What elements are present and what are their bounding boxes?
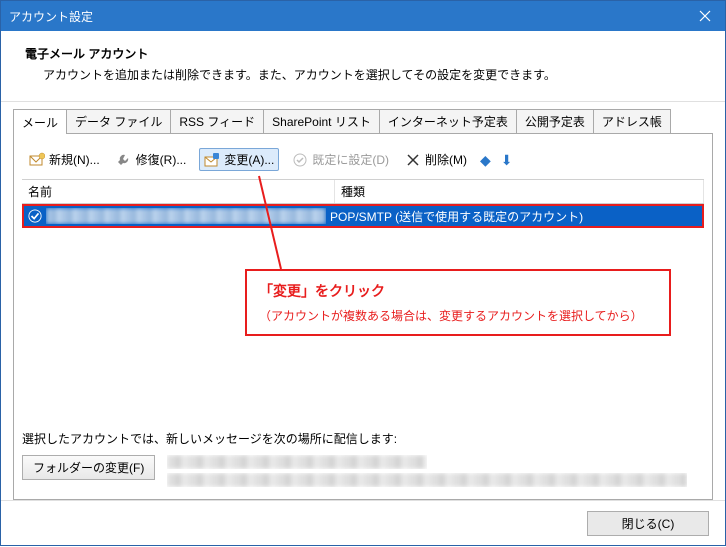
tab-address-book[interactable]: アドレス帳 bbox=[593, 109, 671, 133]
tab-data-file[interactable]: データ ファイル bbox=[66, 109, 171, 133]
tab-sharepoint-label: SharePoint リスト bbox=[272, 115, 371, 129]
tab-internet-cal-label: インターネット予定表 bbox=[388, 115, 508, 129]
account-row-selected[interactable]: POP/SMTP (送信で使用する既定のアカウント) bbox=[24, 206, 702, 226]
change-folder-button[interactable]: フォルダーの変更(F) bbox=[22, 455, 155, 480]
repair-icon bbox=[116, 152, 132, 168]
delete-button[interactable]: 削除(M) bbox=[402, 148, 470, 171]
window-title: アカウント設定 bbox=[9, 8, 685, 25]
repair-button[interactable]: 修復(R)... bbox=[113, 148, 190, 171]
toolbar: 新規(N)... 修復(R)... 変更(A)... 既定に設定(D) 削除(M… bbox=[22, 144, 704, 179]
change-icon bbox=[204, 152, 220, 168]
delivery-path-obscured bbox=[167, 455, 704, 491]
set-default-label: 既定に設定(D) bbox=[312, 151, 389, 168]
tab-published-cal-label: 公開予定表 bbox=[525, 115, 585, 129]
footer: 閉じる(C) bbox=[1, 500, 725, 545]
tab-mail-label: メール bbox=[22, 116, 58, 130]
tab-rss-label: RSS フィード bbox=[179, 115, 255, 129]
delete-icon bbox=[405, 152, 421, 168]
tab-mail[interactable]: メール bbox=[13, 109, 67, 134]
set-default-button: 既定に設定(D) bbox=[289, 148, 392, 171]
new-button[interactable]: 新規(N)... bbox=[26, 148, 103, 171]
column-name[interactable]: 名前 bbox=[22, 180, 335, 203]
account-list-header: 名前 種類 bbox=[22, 179, 704, 204]
tab-sharepoint[interactable]: SharePoint リスト bbox=[263, 109, 380, 133]
delete-button-label: 削除(M) bbox=[425, 151, 467, 168]
new-mail-icon bbox=[29, 152, 45, 168]
account-list-highlight: POP/SMTP (送信で使用する既定のアカウント) bbox=[22, 204, 704, 228]
default-check-icon bbox=[26, 207, 44, 225]
tab-data-file-label: データ ファイル bbox=[75, 115, 162, 129]
annotation-callout: 「変更」をクリック （アカウントが複数ある場合は、変更するアカウントを選択してか… bbox=[245, 269, 671, 336]
check-circle-icon bbox=[292, 152, 308, 168]
tab-strip: メール データ ファイル RSS フィード SharePoint リスト インタ… bbox=[13, 108, 713, 133]
tab-rss[interactable]: RSS フィード bbox=[170, 109, 264, 133]
move-up-button[interactable]: ◆︎ bbox=[480, 153, 491, 167]
delivery-caption: 選択したアカウントでは、新しいメッセージを次の場所に配信します: bbox=[22, 430, 704, 447]
tab-published-cal[interactable]: 公開予定表 bbox=[516, 109, 594, 133]
close-button-label: 閉じる(C) bbox=[622, 517, 675, 531]
tab-internet-cal[interactable]: インターネット予定表 bbox=[379, 109, 517, 133]
change-folder-label: フォルダーの変更(F) bbox=[33, 461, 144, 475]
titlebar: アカウント設定 bbox=[1, 1, 725, 31]
new-button-label: 新規(N)... bbox=[49, 151, 100, 168]
callout-line2: （アカウントが複数ある場合は、変更するアカウントを選択してから） bbox=[259, 307, 657, 324]
tab-address-book-label: アドレス帳 bbox=[602, 115, 662, 129]
close-button[interactable]: 閉じる(C) bbox=[587, 511, 709, 536]
close-icon bbox=[697, 8, 713, 24]
header-title: 電子メール アカウント bbox=[25, 45, 701, 62]
change-button-label: 変更(A)... bbox=[224, 151, 274, 168]
move-down-button[interactable]: ⬇︎ bbox=[501, 153, 513, 167]
window-close-button[interactable] bbox=[685, 1, 725, 31]
account-type: POP/SMTP (送信で使用する既定のアカウント) bbox=[326, 208, 702, 225]
callout-line1: 「変更」をクリック bbox=[259, 281, 657, 301]
repair-button-label: 修復(R)... bbox=[136, 151, 187, 168]
delivery-row: フォルダーの変更(F) bbox=[22, 455, 704, 491]
change-button[interactable]: 変更(A)... bbox=[199, 148, 279, 171]
account-settings-window: アカウント設定 電子メール アカウント アカウントを追加または削除できます。また… bbox=[0, 0, 726, 546]
account-name-obscured bbox=[46, 208, 326, 224]
column-type[interactable]: 種類 bbox=[335, 180, 704, 203]
header: 電子メール アカウント アカウントを追加または削除できます。また、アカウントを選… bbox=[1, 31, 725, 101]
header-description: アカウントを追加または削除できます。また、アカウントを選択してその設定を変更でき… bbox=[25, 66, 701, 83]
